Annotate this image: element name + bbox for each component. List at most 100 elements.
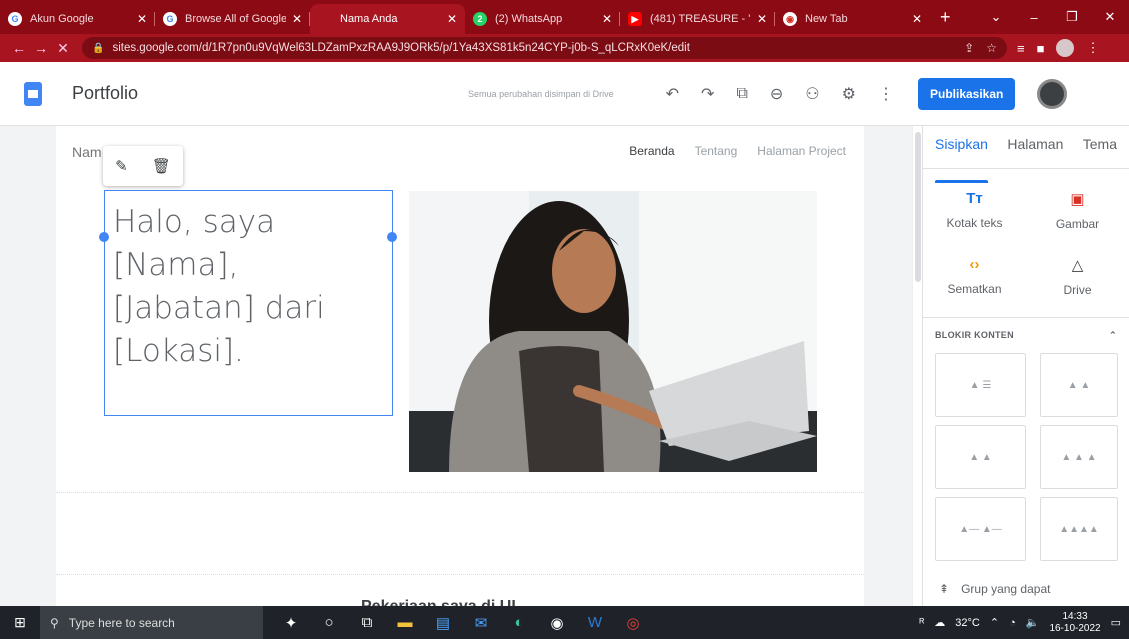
minimize-button[interactable]: –: [1015, 10, 1053, 25]
file-explorer-icon[interactable]: ▬: [395, 614, 415, 631]
chrome-taskbar-icon[interactable]: ◎: [623, 614, 643, 632]
app-icon[interactable]: ◉: [547, 614, 567, 632]
temperature[interactable]: 32°C: [955, 617, 980, 629]
notification-icon[interactable]: ▭: [1111, 616, 1121, 629]
network-icon[interactable]: ◔: [1009, 617, 1016, 629]
clock[interactable]: 14:33 16-10-2022: [1049, 611, 1100, 635]
undo-icon[interactable]: ↶: [666, 84, 679, 104]
layout-block[interactable]: ▲▲▲▲: [1040, 497, 1118, 561]
close-icon[interactable]: ✕: [137, 12, 147, 26]
insert-drive[interactable]: △ Drive: [1026, 243, 1129, 309]
clock-date: 16-10-2022: [1049, 622, 1101, 634]
close-icon[interactable]: ✕: [447, 12, 457, 26]
layout-block[interactable]: ▲ ▲: [935, 425, 1026, 489]
settings-icon[interactable]: ⚙: [842, 84, 856, 104]
tab-halaman[interactable]: Halaman: [1007, 136, 1063, 168]
address-bar: ← → ✕ 🔒 sites.google.com/d/1R7pn0u9VqWel…: [0, 34, 1129, 62]
nav-item-beranda[interactable]: Beranda: [629, 144, 674, 158]
insert-text-box[interactable]: Tт Kotak teks: [923, 177, 1026, 243]
reading-list-icon[interactable]: ≡: [1017, 41, 1025, 56]
share-icon[interactable]: ⇪: [964, 41, 974, 55]
cortana-icon[interactable]: ○: [319, 614, 339, 631]
mail-icon[interactable]: ✉: [471, 614, 491, 632]
share-user-icon[interactable]: ⚇: [805, 84, 819, 104]
collapsible-group-item[interactable]: ⇞ Grup yang dapat: [939, 582, 1050, 596]
layout-block[interactable]: ▲ ▲ ▲: [1040, 425, 1118, 489]
profile-icon[interactable]: [1056, 39, 1075, 57]
forward-button[interactable]: →: [30, 40, 52, 56]
menu-icon[interactable]: ⋮: [1086, 40, 1099, 56]
insert-image[interactable]: ▣ Gambar: [1026, 177, 1129, 243]
new-tab-button[interactable]: +: [930, 7, 961, 34]
clock-time: 14:33: [1062, 610, 1088, 622]
weather-icon[interactable]: ☁: [934, 616, 945, 629]
more-menu-icon[interactable]: ⋮: [878, 84, 894, 104]
link-icon[interactable]: ⊖: [770, 84, 783, 104]
resize-handle-left[interactable]: [99, 232, 109, 242]
scroll-thumb[interactable]: [915, 132, 921, 282]
chevron-up-icon[interactable]: ⌃: [1109, 330, 1117, 341]
people-icon[interactable]: ᴿ: [919, 617, 924, 629]
resize-handle-right[interactable]: [387, 232, 397, 242]
side-panel-icon[interactable]: ■: [1037, 41, 1045, 56]
item-label: Drive: [1063, 282, 1092, 297]
browser-tab[interactable]: G Browse All of Google's ✕: [155, 4, 310, 34]
insert-embed[interactable]: ‹› Sematkan: [923, 243, 1026, 309]
woman-laptop-photo: [409, 191, 817, 472]
google-icon: G: [8, 12, 22, 26]
windows-start-icon[interactable]: ⊞: [0, 614, 40, 631]
document-title[interactable]: Portfolio: [72, 83, 138, 104]
site-name[interactable]: Nam: [72, 144, 102, 160]
browser-tab[interactable]: G Akun Google ✕: [0, 4, 155, 34]
star-icon[interactable]: ☆: [986, 41, 997, 55]
nav-item-halaman-project[interactable]: Halaman Project: [757, 144, 846, 158]
collapsible-icon: ⇞: [939, 582, 950, 596]
browser-tab[interactable]: ▶ (481) TREASURE - 'HE ✕: [620, 4, 775, 34]
hero-textbox[interactable]: Halo, saya [Nama], [Jabatan] dari [Lokas…: [104, 190, 393, 416]
chevron-down-icon[interactable]: ⌄: [977, 9, 1015, 25]
avatar[interactable]: [1037, 78, 1068, 109]
back-button[interactable]: ←: [8, 40, 30, 56]
delete-icon[interactable]: 🗑: [152, 157, 171, 175]
browser-tab-active[interactable]: Nama Anda ✕: [310, 4, 465, 34]
layout-block[interactable]: ▲— ▲—: [935, 497, 1026, 561]
layout-block[interactable]: ▲ ▲: [1040, 353, 1118, 417]
tab-tema[interactable]: Tema: [1083, 136, 1117, 168]
canvas-scrollbar[interactable]: [912, 126, 922, 606]
sites-logo-icon[interactable]: [24, 81, 42, 106]
nav-item-tentang[interactable]: Tentang: [695, 144, 738, 158]
edge-icon[interactable]: ◐: [509, 614, 529, 631]
insert-panel: Sisipkan Halaman Tema Tт Kotak teks ▣ Gamb…: [922, 126, 1129, 606]
store-icon[interactable]: ▤: [433, 614, 453, 632]
layout-block[interactable]: ▲ ☰: [935, 353, 1026, 417]
hero-line: Halo, saya: [113, 204, 276, 240]
redo-icon[interactable]: ↷: [701, 84, 714, 104]
browser-tab[interactable]: ◉ New Tab ✕: [775, 4, 930, 34]
edit-pencil-icon[interactable]: ✎: [115, 157, 128, 175]
taskbar-search[interactable]: ⚲ Type here to search: [40, 606, 263, 639]
section-divider: [56, 492, 864, 493]
browser-tab[interactable]: 2 (2) WhatsApp ✕: [465, 4, 620, 34]
stop-button[interactable]: ✕: [52, 40, 74, 57]
close-icon[interactable]: ✕: [292, 12, 302, 26]
content-blocks-header[interactable]: BLOKIR KONTEN ⌃: [923, 318, 1129, 353]
close-icon[interactable]: ✕: [757, 12, 767, 26]
restore-button[interactable]: ❐: [1053, 9, 1091, 25]
publish-button[interactable]: Publikasikan: [917, 77, 1016, 110]
word-icon[interactable]: W: [585, 614, 605, 631]
close-window-button[interactable]: ✕: [1091, 9, 1129, 25]
preview-icon[interactable]: ⧉: [736, 85, 747, 103]
close-icon[interactable]: ✕: [912, 12, 922, 26]
section-divider: [56, 574, 864, 575]
search-placeholder: Type here to search: [68, 615, 175, 630]
url-field[interactable]: 🔒 sites.google.com/d/1R7pn0u9VqWel63LDZa…: [82, 37, 1007, 59]
tab-sisipkan[interactable]: Sisipkan: [935, 136, 988, 183]
drive-icon: △: [1071, 256, 1084, 274]
task-view-icon[interactable]: ⧉: [357, 614, 377, 631]
hero-image[interactable]: [409, 191, 817, 472]
widget-icon[interactable]: ✦: [281, 614, 301, 632]
tray-chevron-icon[interactable]: ⌃: [990, 616, 999, 629]
volume-icon[interactable]: 🔈: [1026, 616, 1040, 629]
close-icon[interactable]: ✕: [602, 12, 612, 26]
sites-icon: [318, 12, 332, 26]
